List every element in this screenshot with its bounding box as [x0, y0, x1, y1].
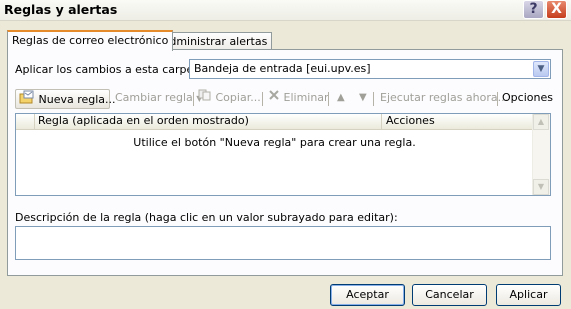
folder-select-value: Bandeja de entrada [eui.upv.es]	[194, 62, 371, 75]
column-header-rule[interactable]: Regla (aplicada en el orden mostrado)	[35, 114, 382, 129]
apply-button[interactable]: Aplicar	[496, 284, 561, 306]
run-rules-button[interactable]: Ejecutar reglas ahora...	[380, 89, 508, 109]
column-header-actions[interactable]: Acciones	[383, 114, 533, 129]
cancel-button[interactable]: Cancelar	[412, 284, 487, 306]
rules-list[interactable]: Regla (aplicada en el orden mostrado) Ac…	[15, 113, 551, 196]
help-button[interactable]: ?	[523, 0, 544, 19]
delete-icon	[268, 89, 280, 107]
rule-description-label: Descripción de la regla (haga clic en un…	[15, 211, 398, 224]
close-button[interactable]: X	[546, 0, 567, 19]
empty-list-message: Utilice el botón "Nueva regla" para crea…	[133, 136, 416, 149]
new-rule-label: Nueva regla...	[38, 93, 116, 106]
ok-button[interactable]: Aceptar	[330, 284, 405, 306]
rules-list-header: Regla (aplicada en el orden mostrado) Ac…	[16, 114, 533, 130]
delete-button[interactable]: Eliminar	[268, 89, 329, 109]
chevron-down-icon[interactable]: ▼	[533, 61, 549, 77]
copy-icon	[198, 89, 212, 107]
window-title: Reglas y alertas	[4, 2, 118, 17]
copy-label: Copiar...	[215, 91, 261, 104]
scroll-up-icon[interactable]: ▲	[533, 114, 549, 130]
move-down-button[interactable]: ▼	[359, 89, 367, 109]
copy-button[interactable]: Copiar...	[198, 89, 261, 109]
tab-email-rules[interactable]: Reglas de correo electrónico	[7, 30, 174, 51]
new-rule-icon	[19, 90, 35, 110]
rules-list-scrollbar[interactable]: ▲ ▼	[532, 114, 550, 195]
new-rule-button[interactable]: Nueva regla...	[15, 89, 116, 110]
move-up-button[interactable]: ▲	[337, 89, 345, 109]
toolbar-separator	[497, 92, 498, 106]
toolbar-separator	[262, 92, 263, 106]
apply-folder-label: Aplicar los cambios a esta carpeta:	[15, 63, 209, 76]
column-checkbox-header[interactable]	[16, 114, 35, 129]
options-label: Opciones	[502, 91, 553, 104]
toolbar-separator	[193, 92, 194, 106]
change-rule-label: Cambiar regla	[115, 91, 193, 104]
rule-description-box[interactable]	[15, 226, 551, 260]
change-rule-button[interactable]: Cambiar regla ▼	[115, 89, 202, 109]
arrow-up-icon: ▲	[337, 92, 345, 103]
folder-select[interactable]: Bandeja de entrada [eui.upv.es] ▼	[189, 59, 551, 79]
options-button[interactable]: Opciones	[502, 89, 553, 109]
scroll-down-icon[interactable]: ▼	[533, 179, 549, 195]
rules-and-alerts-dialog: Reglas y alertas ? X Reglas de correo el…	[0, 0, 571, 309]
toolbar-separator	[328, 92, 329, 106]
title-bar[interactable]: Reglas y alertas ? X	[0, 0, 571, 21]
delete-label: Eliminar	[283, 91, 329, 104]
arrow-down-icon: ▼	[359, 92, 367, 103]
toolbar-separator	[373, 92, 374, 106]
run-rules-label: Ejecutar reglas ahora...	[380, 91, 509, 104]
